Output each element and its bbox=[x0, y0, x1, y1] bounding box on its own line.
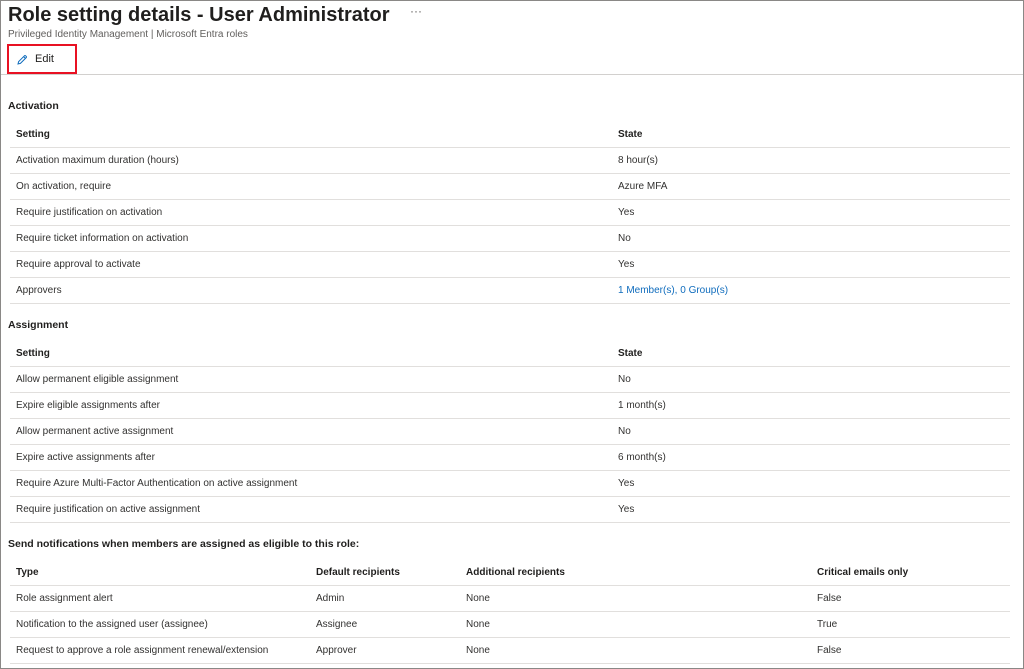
notifications-section-title: Send notifications when members are assi… bbox=[8, 538, 360, 550]
table-row: Require justification on active assignme… bbox=[10, 496, 1010, 523]
state-cell: Yes bbox=[612, 470, 1010, 497]
more-options-button[interactable]: ··· bbox=[410, 3, 422, 19]
table-row: Require justification on activation Yes bbox=[10, 199, 1010, 226]
column-header-default-recipients: Default recipients bbox=[310, 560, 460, 586]
setting-cell: Require Azure Multi-Factor Authenticatio… bbox=[10, 470, 612, 497]
toolbar-divider bbox=[1, 74, 1023, 75]
state-cell: No bbox=[612, 225, 1010, 252]
setting-cell: On activation, require bbox=[10, 173, 612, 200]
default-recipients-cell: Admin bbox=[310, 585, 460, 612]
activation-section-title: Activation bbox=[8, 100, 59, 112]
default-recipients-cell: Assignee bbox=[310, 611, 460, 638]
column-header-setting: Setting bbox=[10, 341, 612, 367]
type-cell: Role assignment alert bbox=[10, 585, 310, 612]
notifications-table: Type Default recipients Additional recip… bbox=[10, 560, 1010, 664]
setting-cell: Allow permanent active assignment bbox=[10, 418, 612, 445]
table-row: Request to approve a role assignment ren… bbox=[10, 637, 1010, 664]
additional-recipients-cell: None bbox=[460, 585, 811, 612]
table-row: Approvers 1 Member(s), 0 Group(s) bbox=[10, 277, 1010, 304]
column-header-state: State bbox=[612, 122, 1010, 148]
setting-cell: Allow permanent eligible assignment bbox=[10, 366, 612, 393]
state-cell: 8 hour(s) bbox=[612, 147, 1010, 174]
critical-emails-cell: False bbox=[811, 585, 1010, 612]
table-header-row: Type Default recipients Additional recip… bbox=[10, 560, 1010, 586]
setting-cell: Require ticket information on activation bbox=[10, 225, 612, 252]
column-header-critical-emails-only: Critical emails only bbox=[811, 560, 1010, 586]
breadcrumb: Privileged Identity Management | Microso… bbox=[8, 29, 248, 40]
state-cell: 6 month(s) bbox=[612, 444, 1010, 471]
table-row: Notification to the assigned user (assig… bbox=[10, 611, 1010, 638]
table-row: Expire active assignments after 6 month(… bbox=[10, 444, 1010, 471]
role-settings-panel: Role setting details - User Administrato… bbox=[0, 0, 1024, 669]
setting-cell: Activation maximum duration (hours) bbox=[10, 147, 612, 174]
table-header-row: Setting State bbox=[10, 341, 1010, 367]
column-header-state: State bbox=[612, 341, 1010, 367]
state-cell: Yes bbox=[612, 251, 1010, 278]
state-cell: 1 Member(s), 0 Group(s) bbox=[612, 277, 1010, 304]
setting-cell: Expire active assignments after bbox=[10, 444, 612, 471]
column-header-type: Type bbox=[10, 560, 310, 586]
type-cell: Notification to the assigned user (assig… bbox=[10, 611, 310, 638]
assignment-table: Setting State Allow permanent eligible a… bbox=[10, 341, 1010, 523]
table-row: Expire eligible assignments after 1 mont… bbox=[10, 392, 1010, 419]
table-row: Role assignment alert Admin None False bbox=[10, 585, 1010, 612]
setting-cell: Require justification on activation bbox=[10, 199, 612, 226]
state-cell: Yes bbox=[612, 199, 1010, 226]
table-header-row: Setting State bbox=[10, 122, 1010, 148]
state-cell: No bbox=[612, 418, 1010, 445]
activation-table: Setting State Activation maximum duratio… bbox=[10, 122, 1010, 304]
column-header-setting: Setting bbox=[10, 122, 612, 148]
default-recipients-cell: Approver bbox=[310, 637, 460, 664]
setting-cell: Require justification on active assignme… bbox=[10, 496, 612, 523]
setting-cell: Expire eligible assignments after bbox=[10, 392, 612, 419]
critical-emails-cell: False bbox=[811, 637, 1010, 664]
column-header-additional-recipients: Additional recipients bbox=[460, 560, 811, 586]
table-row: On activation, require Azure MFA bbox=[10, 173, 1010, 200]
state-cell: No bbox=[612, 366, 1010, 393]
page-header: Role setting details - User Administrato… bbox=[8, 3, 422, 41]
table-row: Require ticket information on activation… bbox=[10, 225, 1010, 252]
state-cell: Yes bbox=[612, 496, 1010, 523]
table-row: Activation maximum duration (hours) 8 ho… bbox=[10, 147, 1010, 174]
additional-recipients-cell: None bbox=[460, 611, 811, 638]
additional-recipients-cell: None bbox=[460, 637, 811, 664]
state-cell: Azure MFA bbox=[612, 173, 1010, 200]
edit-button[interactable]: Edit bbox=[7, 44, 77, 74]
assignment-section-title: Assignment bbox=[8, 319, 69, 331]
pencil-icon bbox=[16, 53, 28, 65]
setting-cell: Approvers bbox=[10, 277, 612, 304]
approvers-link[interactable]: 1 Member(s), 0 Group(s) bbox=[618, 285, 728, 296]
table-row: Require Azure Multi-Factor Authenticatio… bbox=[10, 470, 1010, 497]
state-cell: 1 month(s) bbox=[612, 392, 1010, 419]
table-row: Require approval to activate Yes bbox=[10, 251, 1010, 278]
page-title: Role setting details - User Administrato… bbox=[8, 4, 390, 26]
setting-cell: Require approval to activate bbox=[10, 251, 612, 278]
type-cell: Request to approve a role assignment ren… bbox=[10, 637, 310, 664]
edit-label: Edit bbox=[35, 53, 54, 65]
table-row: Allow permanent active assignment No bbox=[10, 418, 1010, 445]
table-row: Allow permanent eligible assignment No bbox=[10, 366, 1010, 393]
critical-emails-cell: True bbox=[811, 611, 1010, 638]
